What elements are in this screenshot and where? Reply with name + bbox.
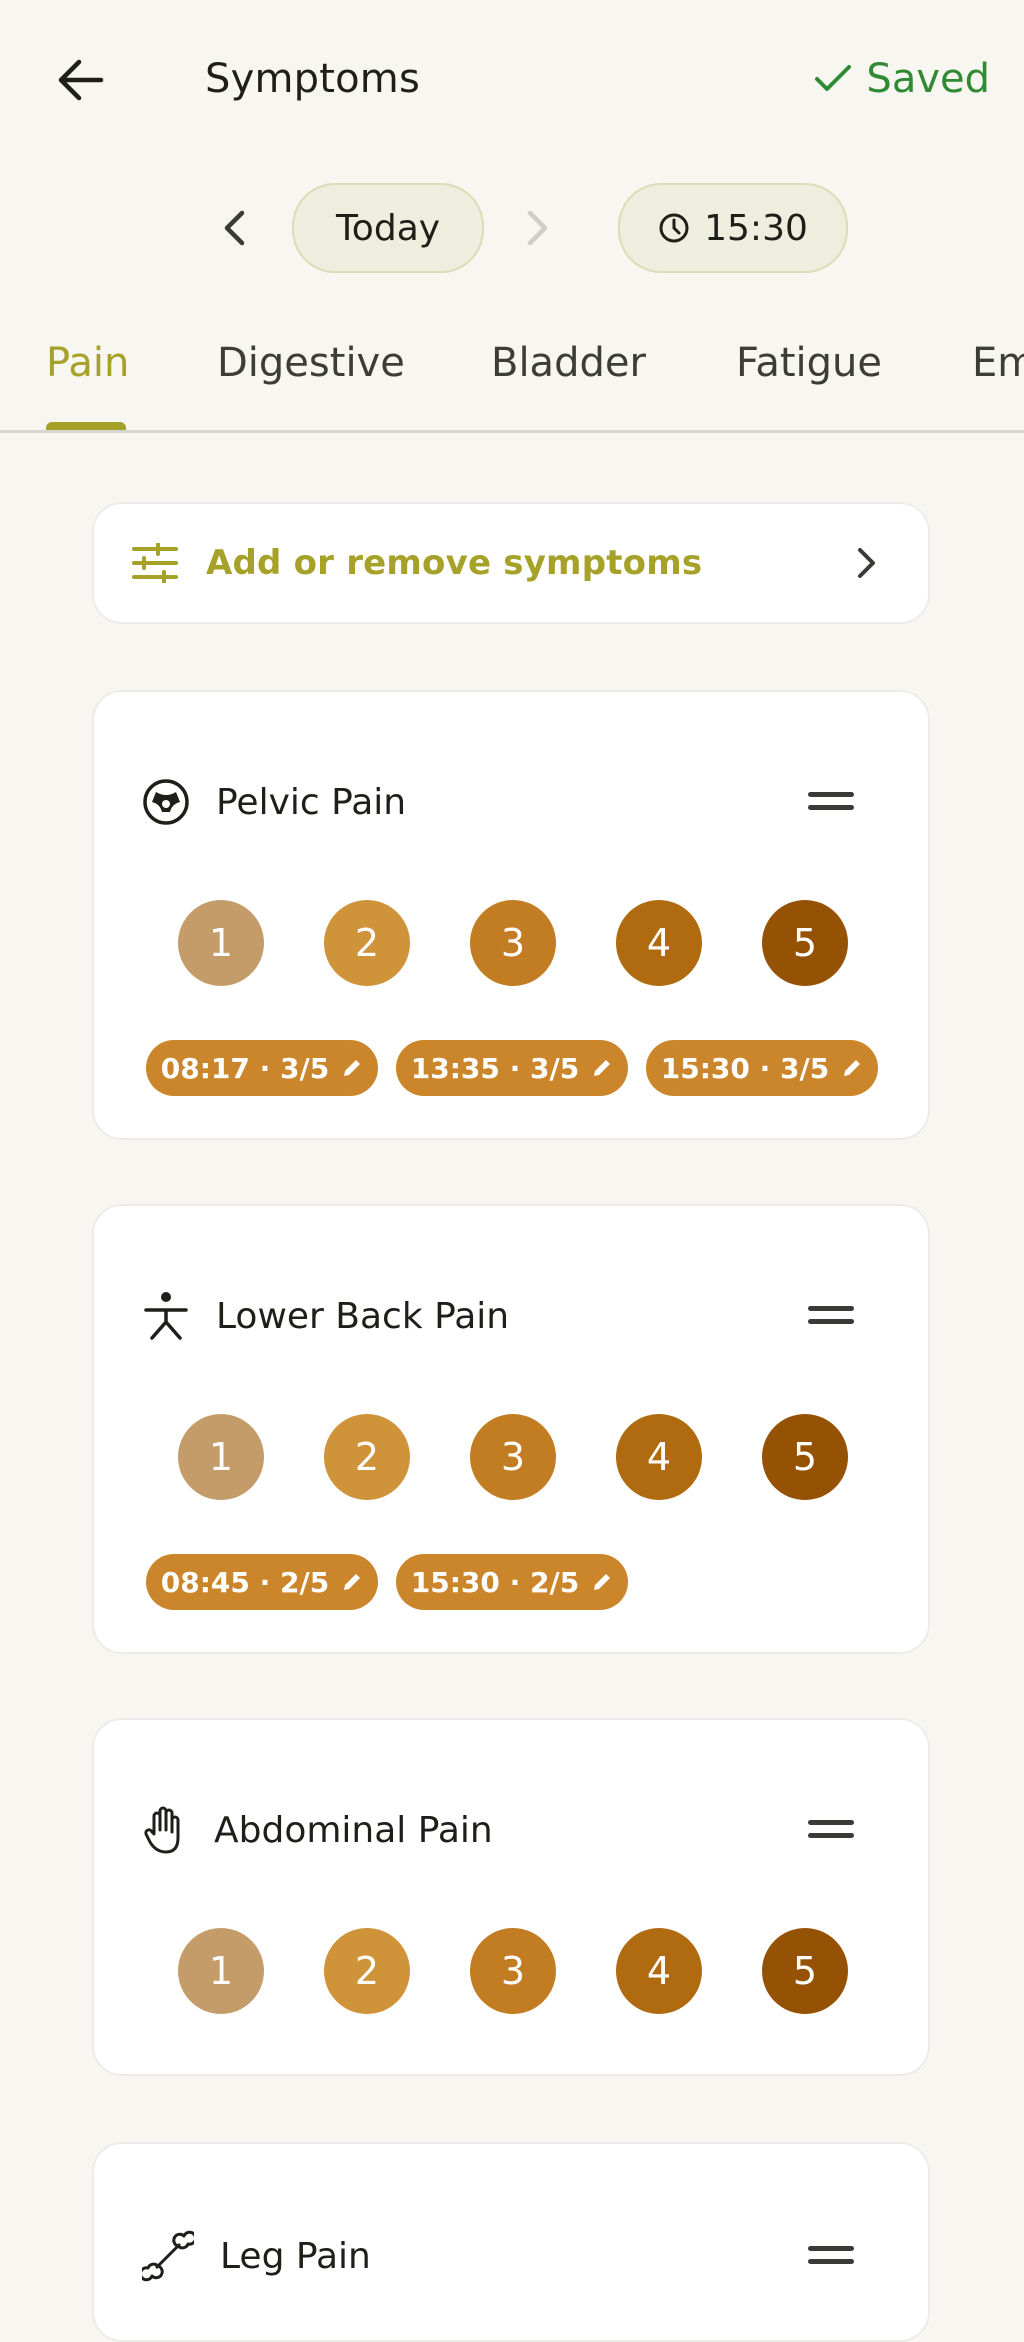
chevron-right-icon [527, 210, 548, 246]
symptom-header: Abdominal Pain [142, 1800, 493, 1860]
date-time-bar: Today 15:30 [0, 183, 1024, 273]
symptom-card-pelvic-pain: Pelvic Pain 1 2 3 4 5 08:17 · 3/5 13:35 … [92, 690, 930, 1140]
symptom-card-lower-back-pain: Lower Back Pain 1 2 3 4 5 08:45 · 2/5 15… [92, 1204, 930, 1654]
entry-label: 15:30 · 3/5 [660, 1051, 830, 1085]
back-button[interactable] [50, 50, 110, 110]
time-label: 15:30 [704, 207, 808, 249]
symptom-name: Lower Back Pain [216, 1295, 510, 1337]
rating-1-button[interactable]: 1 [178, 1414, 264, 1500]
logged-entries: 08:17 · 3/5 13:35 · 3/5 15:30 · 3/5 [146, 1040, 878, 1096]
severity-rating-row: 1 2 3 4 5 [178, 900, 848, 986]
rating-2-button[interactable]: 2 [324, 1414, 410, 1500]
rating-4-button[interactable]: 4 [616, 1928, 702, 2014]
saved-status: Saved [814, 56, 990, 102]
hand-icon [144, 1806, 180, 1854]
tab-emotional[interactable]: Em [972, 340, 1024, 386]
rating-4-button[interactable]: 4 [616, 1414, 702, 1500]
pencil-icon [844, 1060, 861, 1076]
entry-chip[interactable]: 15:30 · 3/5 [646, 1040, 878, 1096]
entry-label: 15:30 · 2/5 [410, 1565, 580, 1599]
sliders-icon [132, 543, 178, 583]
rating-3-button[interactable]: 3 [470, 1928, 556, 2014]
pencil-icon [344, 1574, 361, 1590]
person-icon [144, 1292, 188, 1340]
add-remove-symptoms-label: Add or remove symptoms [206, 543, 703, 583]
time-selector[interactable]: 15:30 [618, 183, 848, 273]
symptom-header: Pelvic Pain [142, 772, 406, 832]
rating-1-button[interactable]: 1 [178, 900, 264, 986]
entry-chip[interactable]: 08:17 · 3/5 [146, 1040, 378, 1096]
entry-chip[interactable]: 15:30 · 2/5 [396, 1554, 628, 1610]
symptom-card-abdominal-pain: Abdominal Pain 1 2 3 4 5 [92, 1718, 930, 2076]
tab-bladder[interactable]: Bladder [491, 340, 646, 386]
tab-pain[interactable]: Pain [46, 340, 129, 386]
entry-label: 08:45 · 2/5 [160, 1565, 330, 1599]
rating-1-button[interactable]: 1 [178, 1928, 264, 2014]
rating-4-button[interactable]: 4 [616, 900, 702, 986]
chevron-left-icon [224, 210, 245, 246]
pelvis-icon [143, 779, 189, 825]
bone-icon [142, 2230, 194, 2282]
drag-handle[interactable] [808, 1306, 854, 1326]
pencil-icon [344, 1060, 361, 1076]
rating-2-button[interactable]: 2 [324, 900, 410, 986]
pencil-icon [594, 1060, 611, 1076]
next-day-button[interactable] [508, 183, 568, 273]
symptom-name: Abdominal Pain [214, 1809, 493, 1851]
entry-label: 08:17 · 3/5 [160, 1051, 330, 1085]
symptom-header: Lower Back Pain [142, 1286, 509, 1346]
tab-fatigue[interactable]: Fatigue [736, 340, 882, 386]
entry-chip[interactable]: 13:35 · 3/5 [396, 1040, 628, 1096]
entry-chip[interactable]: 08:45 · 2/5 [146, 1554, 378, 1610]
previous-day-button[interactable] [204, 183, 264, 273]
clock-icon [659, 213, 689, 243]
logged-entries: 08:45 · 2/5 15:30 · 2/5 [146, 1554, 628, 1610]
severity-rating-row: 1 2 3 4 5 [178, 1414, 848, 1500]
entry-label: 13:35 · 3/5 [410, 1051, 580, 1085]
app-header: Symptoms Saved [0, 0, 1024, 160]
check-icon [815, 65, 852, 91]
drag-handle[interactable] [808, 792, 854, 812]
symptom-header: Leg Pain [142, 2226, 371, 2286]
symptom-card-leg-pain: Leg Pain [92, 2142, 930, 2342]
drag-handle[interactable] [808, 1820, 854, 1840]
saved-label: Saved [866, 56, 990, 102]
symptom-name: Leg Pain [220, 2235, 371, 2277]
rating-5-button[interactable]: 5 [762, 1414, 848, 1500]
rating-5-button[interactable]: 5 [762, 1928, 848, 2014]
add-remove-symptoms-button[interactable]: Add or remove symptoms [92, 502, 930, 624]
category-tabs: Pain Digestive Bladder Fatigue Em [0, 330, 1024, 433]
drag-handle[interactable] [808, 2246, 854, 2266]
arrow-left-icon [58, 59, 104, 101]
rating-3-button[interactable]: 3 [470, 900, 556, 986]
rating-3-button[interactable]: 3 [470, 1414, 556, 1500]
date-selector[interactable]: Today [292, 183, 484, 273]
tab-digestive[interactable]: Digestive [217, 340, 405, 386]
chevron-right-icon [858, 548, 875, 578]
rating-5-button[interactable]: 5 [762, 900, 848, 986]
severity-rating-row: 1 2 3 4 5 [178, 1928, 848, 2014]
date-label: Today [335, 207, 441, 249]
pencil-icon [594, 1574, 611, 1590]
active-tab-indicator [46, 422, 126, 430]
rating-2-button[interactable]: 2 [324, 1928, 410, 2014]
symptom-name: Pelvic Pain [216, 781, 407, 823]
page-title: Symptoms [205, 56, 420, 102]
